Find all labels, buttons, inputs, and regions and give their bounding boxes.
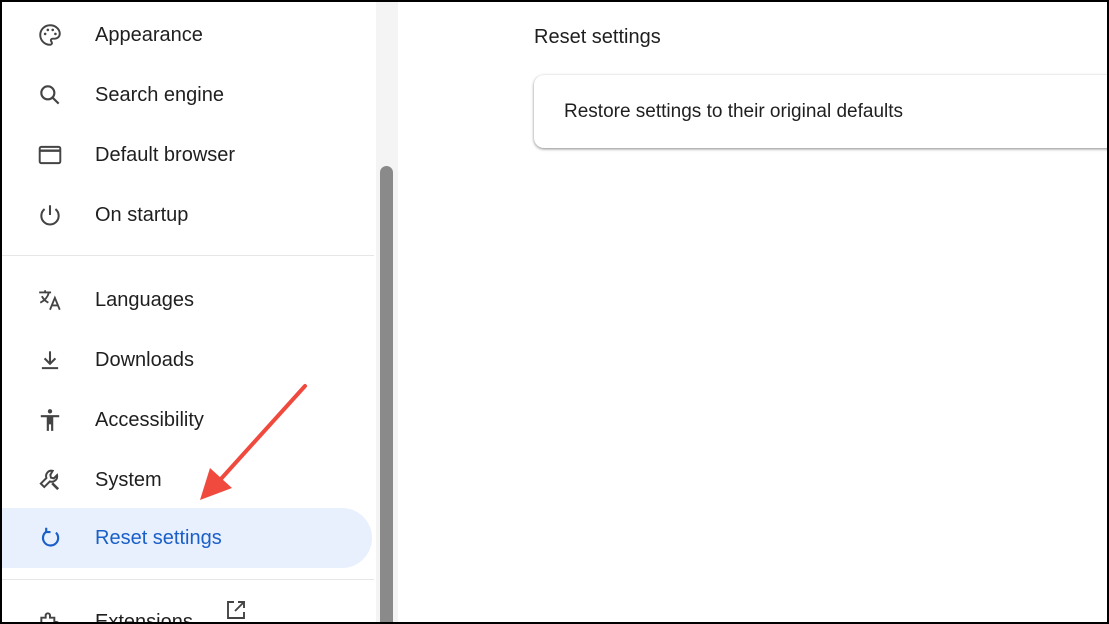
download-icon [36, 346, 64, 374]
section-title: Reset settings [534, 26, 661, 48]
search-icon [36, 81, 64, 109]
sidebar-item-label: Accessibility [95, 408, 204, 431]
restore-defaults-label: Restore settings to their original defau… [564, 101, 904, 122]
scrollbar-thumb[interactable] [380, 166, 393, 622]
sidebar-item-label: Default browser [95, 143, 236, 166]
accessibility-icon [36, 406, 64, 434]
sidebar-item-label: On startup [95, 203, 189, 226]
sidebar-item-search-engine[interactable]: Search engine [2, 65, 372, 125]
sidebar-item-label: Reset settings [95, 526, 222, 549]
sidebar-item-label: Languages [95, 288, 194, 311]
sidebar-item-reset-settings[interactable]: Reset settings [2, 508, 372, 568]
settings-sidebar: Appearance Search engine Default browser [2, 2, 374, 624]
browser-window-icon [36, 141, 64, 169]
sidebar-item-label: Extensions [95, 610, 193, 624]
sidebar-item-label: Downloads [95, 348, 194, 371]
reset-icon [36, 524, 64, 552]
sidebar-item-label: Search engine [95, 83, 224, 106]
sidebar-divider [2, 255, 374, 256]
sidebar-item-languages[interactable]: Languages [2, 270, 372, 330]
sidebar-item-label: Appearance [95, 23, 203, 46]
puzzle-icon [36, 608, 64, 622]
sidebar-item-on-startup[interactable]: On startup [2, 185, 372, 245]
sidebar-item-label: System [95, 468, 162, 491]
translate-icon [36, 286, 64, 314]
sidebar-item-extensions[interactable]: Extensions [2, 592, 372, 624]
sidebar-item-default-browser[interactable]: Default browser [2, 125, 372, 185]
sidebar-item-accessibility[interactable]: Accessibility [2, 390, 372, 450]
restore-defaults-card[interactable]: Restore settings to their original defau… [534, 75, 1107, 148]
sidebar-divider [2, 579, 374, 580]
sidebar-item-appearance[interactable]: Appearance [2, 5, 372, 65]
wrench-icon [36, 466, 64, 494]
sidebar-item-downloads[interactable]: Downloads [2, 330, 372, 390]
power-icon [36, 201, 64, 229]
settings-window: Appearance Search engine Default browser [0, 0, 1109, 624]
palette-icon [36, 21, 64, 49]
open-in-new-icon [224, 598, 248, 622]
sidebar-item-system[interactable]: System [2, 450, 372, 510]
